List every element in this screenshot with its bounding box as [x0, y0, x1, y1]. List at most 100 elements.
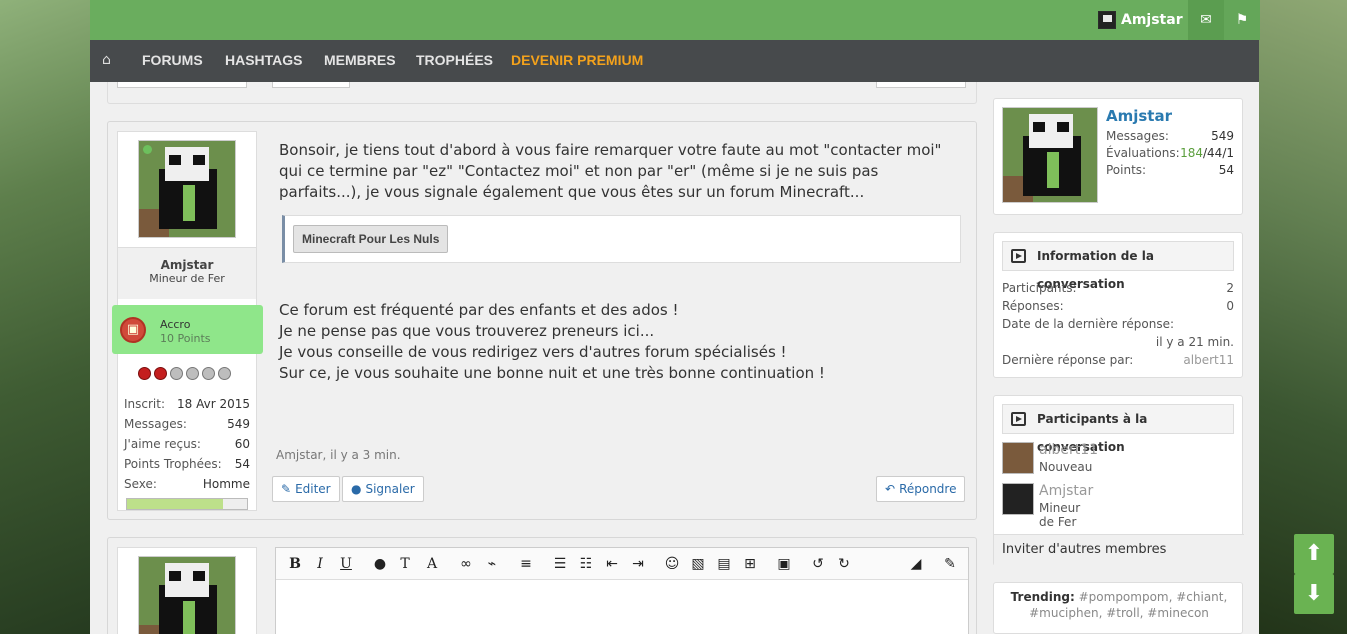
align-icon[interactable]: ≡: [517, 555, 535, 573]
previous-message-stub: [107, 82, 977, 104]
last-by-label: Dernière réponse par:: [1002, 353, 1134, 367]
visitor-avatar[interactable]: [1002, 107, 1098, 203]
visitor-ratings-label: Évaluations:: [1106, 146, 1180, 160]
treasure-chest-icon: ▣: [120, 317, 146, 343]
visitor-messages: 549: [1211, 129, 1234, 143]
participant-avatar: [1002, 442, 1034, 474]
message-paragraph: Bonsoir, je tiens tout d'abord à vous fa…: [279, 141, 942, 201]
reply-editor[interactable]: B I U ● T A ∞ ⌁ ≡ ☰ ☷ ⇤ ⇥ ☺ ▧ ▤ ⊞ ▣ ↺ ↻: [275, 547, 969, 634]
main-navigation: ⌂ FORUMS HASHTAGS MEMBRES TROPHÉES DEVEN…: [90, 40, 1259, 82]
apple-empty-icon: [218, 367, 231, 380]
participants-count: 2: [1226, 281, 1234, 295]
invite-members-link[interactable]: Inviter d'autres membres: [994, 534, 1244, 566]
edit-label: Editer: [295, 482, 331, 496]
media-icon[interactable]: ▤: [715, 555, 733, 573]
author-title: Mineur de Fer: [149, 272, 225, 285]
envelope-icon[interactable]: ✉: [1188, 0, 1224, 40]
home-icon[interactable]: ⌂: [102, 52, 111, 68]
participants-label: Participants:: [1002, 281, 1077, 295]
nav-membres[interactable]: MEMBRES: [324, 52, 396, 68]
reply-button[interactable]: ↶ Répondre: [876, 476, 966, 502]
scroll-up-arrow-icon[interactable]: ⬆: [1294, 534, 1334, 574]
visitor-panel: Amjstar Messages: 549 Évaluations: 184/44/…: [993, 98, 1243, 215]
replies-count: 0: [1226, 299, 1234, 313]
apple-full-icon: [138, 367, 151, 380]
quote-link-button[interactable]: Minecraft Pour Les Nuls: [293, 225, 449, 253]
participant-name[interactable]: Amjstar: [1039, 483, 1093, 499]
outdent-icon[interactable]: ⇤: [603, 555, 621, 573]
link-icon[interactable]: ∞: [457, 555, 475, 573]
author-avatar[interactable]: [138, 140, 236, 238]
bold-button[interactable]: B: [286, 555, 304, 573]
message-post: Amjstar Mineur de Fer ▣ Accro 10 Points …: [107, 121, 977, 520]
author-stats: Inscrit: 18 Avr 2015 Messages: 549 J'aime …: [124, 394, 250, 494]
stat-value: 60: [234, 437, 250, 451]
last-by-user[interactable]: albert11: [1183, 353, 1234, 367]
visitor-name[interactable]: Amjstar: [1106, 107, 1172, 125]
italic-button[interactable]: I: [311, 555, 329, 573]
nav-trophees[interactable]: TROPHÉES: [416, 52, 493, 68]
visitor-ratings: 184/44/1: [1180, 146, 1234, 160]
gender-bar: [126, 498, 248, 510]
wrench-icon[interactable]: ✎: [941, 555, 959, 573]
stat-value: 549: [227, 417, 250, 431]
visitor-points-label: Points:: [1106, 163, 1147, 177]
redo-icon[interactable]: ↻: [835, 555, 853, 573]
edit-button[interactable]: ✎ Editer: [272, 476, 340, 502]
stat-label: Sexe:: [124, 477, 157, 491]
save-icon[interactable]: ▣: [775, 555, 793, 573]
eraser-icon[interactable]: ◢: [907, 555, 925, 573]
ordered-list-icon[interactable]: ☷: [577, 555, 595, 573]
flag-icon[interactable]: ⚑: [1224, 0, 1260, 40]
stat-value: 54: [234, 457, 250, 471]
list-icon[interactable]: ☰: [551, 555, 569, 573]
insert-icon[interactable]: ⊞: [741, 555, 759, 573]
rank-name: Accro: [160, 318, 191, 331]
apple-empty-icon: [186, 367, 199, 380]
stat-value: Homme: [202, 477, 250, 491]
online-indicator: [143, 145, 152, 154]
reply-arrow-icon: ↶: [885, 482, 896, 496]
image-icon[interactable]: ▧: [689, 555, 707, 573]
nav-hashtags[interactable]: HASHTAGS: [225, 52, 303, 68]
message-line: Sur ce, je vous souhaite une bonne nuit …: [279, 364, 825, 382]
visitor-user-link[interactable]: Amjstar: [1098, 10, 1183, 30]
reply-avatar: [138, 556, 236, 634]
conversation-info-heading: Information de la conversation: [1002, 241, 1234, 291]
editor-toolbar: B I U ● T A ∞ ⌁ ≡ ☰ ☷ ⇤ ⇥ ☺ ▧ ▤ ⊞ ▣ ↺ ↻: [276, 548, 968, 580]
reply-label: Répondre: [899, 482, 957, 496]
page-container: Amjstar ✉ ⚑ ⌂ FORUMS HASHTAGS MEMBRES TR…: [90, 0, 1260, 634]
scroll-down-arrow-icon[interactable]: ⬇: [1294, 574, 1334, 614]
pencil-icon: ✎: [281, 482, 292, 496]
message-author-panel: Amjstar Mineur de Fer ▣ Accro 10 Points …: [112, 131, 263, 511]
apple-full-icon: [154, 367, 167, 380]
nav-premium[interactable]: DEVENIR PREMIUM: [511, 52, 643, 68]
author-name[interactable]: Amjstar: [118, 258, 256, 272]
participant-name[interactable]: albert11: [1039, 442, 1098, 458]
last-date-value: il y a 21 min.: [1155, 335, 1234, 349]
last-date-label: Date de la dernière réponse:: [1002, 317, 1175, 331]
nav-forums[interactable]: FORUMS: [142, 52, 203, 68]
reply-box: B I U ● T A ∞ ⌁ ≡ ☰ ☷ ⇤ ⇥ ☺ ▧ ▤ ⊞ ▣ ↺ ↻: [107, 537, 977, 634]
report-button[interactable]: ● Signaler: [342, 476, 424, 502]
text-size-icon[interactable]: T: [396, 555, 414, 573]
apple-empty-icon: [170, 367, 183, 380]
unlink-icon[interactable]: ⌁: [483, 555, 501, 573]
participants-heading: Participants à la conversation: [1002, 404, 1234, 454]
message-line: Ce forum est fréquenté par des enfants e…: [279, 301, 679, 319]
indent-icon[interactable]: ⇥: [629, 555, 647, 573]
font-button[interactable]: A: [423, 555, 441, 573]
conversation-info-panel: Information de la conversation Participa…: [993, 232, 1243, 378]
play-icon: [1011, 412, 1026, 426]
smiley-icon[interactable]: ☺: [663, 555, 681, 573]
stat-value: 18 Avr 2015: [177, 397, 250, 411]
message-line: Je vous conseille de vous redirigez vers…: [279, 343, 787, 361]
author-name-block: Amjstar Mineur de Fer: [118, 247, 256, 299]
user-avatar-mini: [1098, 11, 1116, 29]
message-meta[interactable]: Amjstar, il y a 3 min.: [276, 448, 401, 462]
trending-text: Trending: #pompompom, #chiant, #muciphen…: [1004, 589, 1234, 621]
undo-icon[interactable]: ↺: [809, 555, 827, 573]
droplet-icon[interactable]: ●: [371, 555, 389, 573]
stat-label: Messages:: [124, 417, 187, 431]
underline-button[interactable]: U: [337, 555, 355, 573]
